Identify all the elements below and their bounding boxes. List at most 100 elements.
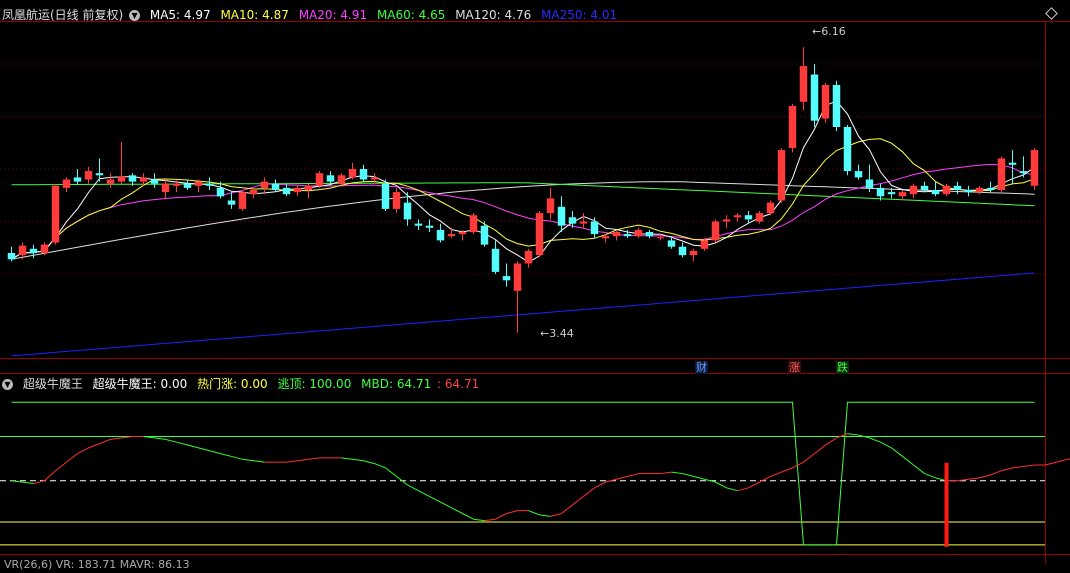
candle-body: [712, 222, 719, 241]
candle-body: [525, 251, 532, 264]
mbd-line-segment: [166, 439, 177, 442]
mbd-line-segment: [463, 513, 474, 519]
mbd-line-segment: [507, 511, 518, 514]
candle-body: [404, 203, 411, 220]
candle-body: [822, 85, 829, 119]
mbd-line-segment: [969, 478, 980, 479]
candle-body: [305, 186, 312, 190]
mbd-line-segment: [408, 485, 419, 491]
candle-body: [459, 232, 466, 234]
mbd-line-segment: [23, 482, 34, 483]
event-tag-finance[interactable]: 财: [695, 361, 708, 374]
candle-body: [591, 222, 598, 235]
chevron-down-icon[interactable]: ▼: [129, 10, 140, 21]
mbd-line-segment: [837, 434, 848, 438]
candle-body: [965, 190, 972, 192]
mbd-line-segment: [1046, 462, 1057, 465]
mbd-line-segment: [177, 442, 188, 445]
mbd-line-segment: [782, 468, 793, 472]
chevron-down-icon[interactable]: ▼: [2, 379, 13, 390]
candle-body: [503, 276, 510, 280]
indicator-value-mbd-red: : 64.71: [437, 377, 479, 391]
candle-body: [217, 188, 224, 196]
ma5-label: MA5: 4.97: [150, 8, 211, 22]
high-price-value: 6.16: [821, 25, 846, 38]
mbd-line-segment: [254, 461, 265, 462]
candle-body: [536, 213, 543, 255]
candle-body: [371, 177, 378, 179]
mbd-line-segment: [78, 448, 89, 454]
mbd-line-segment: [221, 454, 232, 457]
event-tag-rise-text: 涨: [789, 361, 800, 374]
signal-bar: [945, 463, 949, 547]
candle-body: [8, 253, 15, 259]
candle-body: [690, 251, 697, 255]
candle-body: [349, 169, 356, 177]
candle-body: [701, 240, 708, 248]
ma10-label: MA10: 4.87: [220, 8, 288, 22]
candle-body: [624, 234, 631, 236]
candle-body: [415, 224, 422, 226]
candle-body: [833, 85, 840, 127]
mbd-line-segment: [749, 482, 760, 488]
mbd-line-segment: [584, 488, 595, 497]
candle-body: [195, 182, 202, 186]
ma250-label: MA250: 4.01: [541, 8, 617, 22]
candle-body: [943, 186, 950, 194]
mbd-line-segment: [485, 519, 496, 520]
mbd-line-segment: [111, 438, 122, 439]
mbd-line-segment: [45, 471, 56, 481]
candle-body: [679, 247, 686, 255]
mbd-line-segment: [694, 476, 705, 479]
mbd-line-segment: [925, 474, 936, 478]
stock-title[interactable]: 凤凰航运(日线 前复权): [2, 8, 123, 22]
mbd-line-segment: [771, 472, 782, 476]
candle-body: [393, 192, 400, 209]
candle-body: [129, 175, 136, 181]
mbd-line-segment: [441, 502, 452, 508]
mbd-line-segment: [364, 461, 375, 464]
mbd-line-segment: [738, 488, 749, 491]
candle-body: [976, 188, 983, 192]
candle-body: [492, 249, 499, 272]
mbd-line-segment: [881, 442, 892, 448]
candle-body: [745, 215, 752, 219]
candle-body: [998, 159, 1005, 191]
mbd-line-segment: [155, 438, 166, 439]
event-tag-fall[interactable]: 跌: [836, 361, 849, 374]
mbd-line-segment: [232, 456, 243, 459]
indicator-value-main: 超级牛魔王: 0.00: [93, 377, 188, 391]
mbd-line-segment: [980, 475, 991, 478]
ma20-label: MA20: 4.91: [299, 8, 367, 22]
candle-body: [811, 75, 818, 121]
candle-body: [547, 198, 554, 213]
candle-body: [41, 245, 48, 253]
mbd-line-segment: [551, 513, 562, 516]
stock-chart[interactable]: [0, 0, 1070, 564]
candle-body: [283, 188, 290, 194]
candle-body: [789, 106, 796, 148]
mbd-line-segment: [617, 476, 628, 479]
mbd-line-segment: [562, 505, 573, 514]
mbd-line-segment: [56, 462, 67, 471]
mbd-line-segment: [342, 458, 353, 459]
candle-body: [294, 188, 301, 192]
candle-body: [140, 177, 147, 181]
bottom-indicator-header: VR(26,6) VR: 183.71 MAVR: 86.13: [4, 557, 196, 573]
indicator-header: ▼ 超级牛魔王 超级牛魔王: 0.00 热门涨: 0.00 逃顶: 100.00…: [2, 376, 485, 392]
mbd-line-segment: [804, 454, 815, 463]
mbd-line-segment: [298, 459, 309, 460]
indicator-name[interactable]: 超级牛魔王: [23, 377, 83, 391]
candle-body: [1031, 150, 1038, 186]
candle-body: [877, 188, 884, 196]
event-tag-rise[interactable]: 涨: [788, 361, 801, 374]
mbd-line-segment: [595, 482, 606, 488]
candle-body: [228, 201, 235, 205]
mbd-line-segment: [430, 496, 441, 502]
candle-body: [987, 188, 994, 190]
candle-body: [910, 186, 917, 194]
mbd-line-segment: [1057, 459, 1068, 462]
candle-body: [107, 180, 114, 184]
candle-body: [162, 184, 169, 192]
ma60-label: MA60: 4.65: [377, 8, 445, 22]
